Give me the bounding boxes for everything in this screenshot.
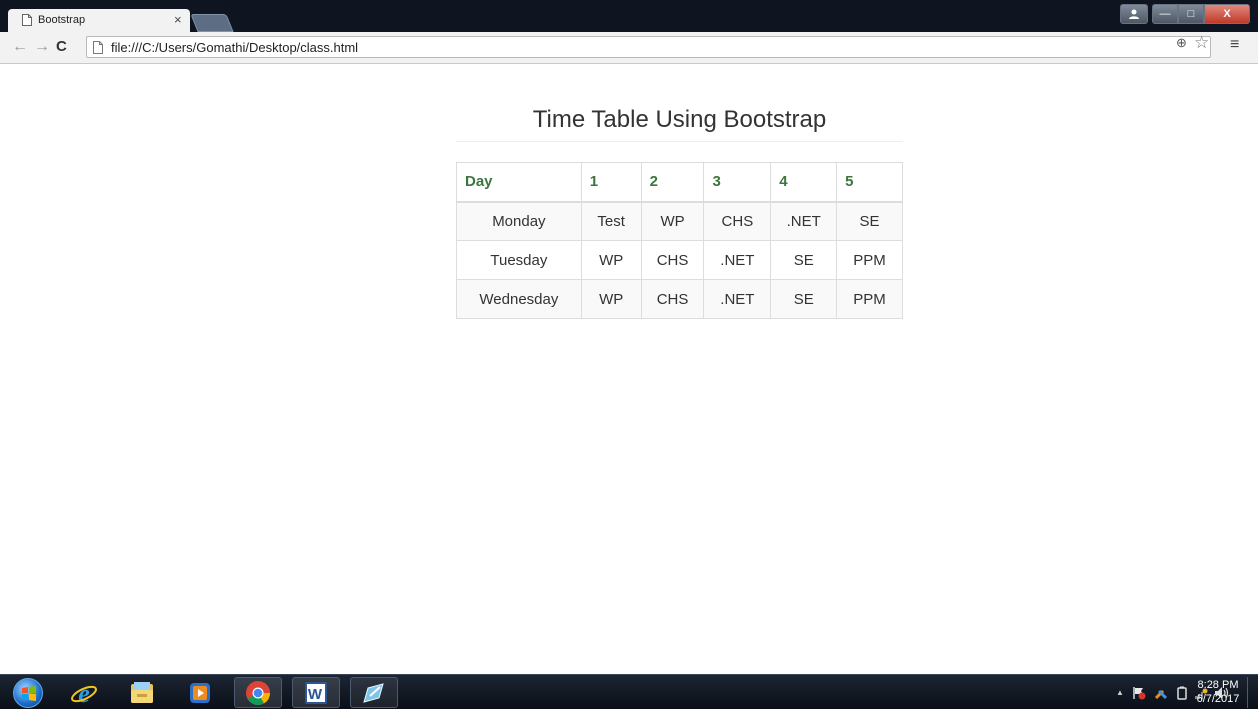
person-icon xyxy=(1129,9,1139,19)
media-player-button[interactable] xyxy=(176,677,224,708)
day-cell: Tuesday xyxy=(456,240,582,280)
tab-close-button[interactable]: × xyxy=(174,12,182,27)
word-icon: W xyxy=(305,681,327,704)
url-text[interactable]: file:///C:/Users/Gomathi/Desktop/class.h… xyxy=(111,40,358,55)
minimize-button[interactable]: — xyxy=(1152,4,1178,24)
svg-text:e: e xyxy=(78,679,90,707)
forward-button[interactable]: → xyxy=(34,38,50,56)
table-row: Wednesday WP CHS .NET SE PPM xyxy=(456,279,903,319)
column-header: 2 xyxy=(640,162,705,203)
notepad-taskbar-button[interactable] xyxy=(350,677,398,708)
table-cell: .NET xyxy=(703,279,772,319)
close-window-button[interactable]: X xyxy=(1204,4,1250,24)
heading-divider xyxy=(456,141,903,142)
reload-button[interactable]: C xyxy=(56,38,67,55)
browser-tab[interactable]: Bootstrap × xyxy=(8,9,190,32)
folder-icon xyxy=(131,681,153,703)
edit-app-icon xyxy=(363,682,384,703)
new-tab-button[interactable] xyxy=(190,14,234,32)
table-cell: CHS xyxy=(640,279,705,319)
day-cell: Wednesday xyxy=(456,279,582,319)
windows-logo-icon xyxy=(13,677,43,708)
day-cell: Monday xyxy=(456,201,582,241)
address-bar[interactable]: file:///C:/Users/Gomathi/Desktop/class.h… xyxy=(86,36,1211,58)
table-cell: CHS xyxy=(640,240,705,280)
column-header: Day xyxy=(456,162,582,203)
browser-toolbar: ← → C file:///C:/Users/Gomathi/Desktop/c… xyxy=(0,32,1258,64)
table-cell: SE xyxy=(770,240,838,280)
window-controls: — □ X xyxy=(1120,4,1250,24)
table-cell: WP xyxy=(580,240,642,280)
battery-icon[interactable] xyxy=(1176,686,1188,700)
table-cell: .NET xyxy=(770,201,838,241)
word-icon-letter: W xyxy=(308,686,323,703)
column-header: 4 xyxy=(770,162,838,203)
action-center-flag-icon[interactable] xyxy=(1132,686,1146,700)
word-taskbar-button[interactable]: W xyxy=(292,677,340,708)
tools-icon[interactable] xyxy=(1154,686,1168,700)
start-button[interactable] xyxy=(6,677,50,708)
back-button[interactable]: ← xyxy=(12,38,28,56)
taskbar-clock[interactable]: 8:28 PM 6/7/2017 xyxy=(1193,678,1243,706)
internet-explorer-icon: e xyxy=(71,679,97,707)
table-cell: SE xyxy=(836,201,903,241)
windows-taskbar: e W ▲ 8:28 PM 6/7/2017 xyxy=(0,674,1258,709)
media-player-icon xyxy=(190,682,210,703)
clock-time: 8:28 PM xyxy=(1197,679,1239,691)
column-header: 3 xyxy=(703,162,772,203)
timetable: Day 1 2 3 4 5 Monday Test WP CHS .NET SE… xyxy=(456,162,903,319)
file-explorer-button[interactable] xyxy=(118,677,166,708)
zoom-icon[interactable]: ⊕ xyxy=(1176,35,1187,51)
page-title: Time Table Using Bootstrap xyxy=(532,106,827,133)
table-cell: WP xyxy=(580,279,642,319)
page-icon xyxy=(93,41,103,54)
table-cell: CHS xyxy=(703,201,772,241)
table-cell: PPM xyxy=(836,279,903,319)
tray-expand-icon[interactable]: ▲ xyxy=(1116,688,1124,697)
table-cell: SE xyxy=(770,279,838,319)
maximize-button[interactable]: □ xyxy=(1178,4,1204,24)
profile-button[interactable] xyxy=(1120,4,1148,24)
bookmark-star-icon[interactable]: ☆ xyxy=(1194,33,1209,53)
table-cell: WP xyxy=(640,201,705,241)
table-cell: .NET xyxy=(703,240,772,280)
clock-date: 6/7/2017 xyxy=(1196,693,1240,705)
table-row: Tuesday WP CHS .NET SE PPM xyxy=(456,240,903,280)
page-icon xyxy=(22,14,32,26)
show-desktop-button[interactable] xyxy=(1247,677,1257,708)
table-header-row: Day 1 2 3 4 5 xyxy=(456,162,903,203)
chrome-icon xyxy=(246,680,270,705)
chrome-taskbar-button[interactable] xyxy=(234,677,282,708)
table-cell: PPM xyxy=(836,240,903,280)
table-cell: Test xyxy=(580,201,642,241)
tab-title: Bootstrap xyxy=(38,14,86,26)
menu-icon[interactable]: ≡ xyxy=(1230,36,1239,54)
column-header: 5 xyxy=(836,162,903,203)
browser-titlebar: Bootstrap × — □ X xyxy=(0,0,1258,32)
internet-explorer-button[interactable]: e xyxy=(60,677,108,708)
column-header: 1 xyxy=(580,162,642,203)
table-row: Monday Test WP CHS .NET SE xyxy=(456,201,903,241)
